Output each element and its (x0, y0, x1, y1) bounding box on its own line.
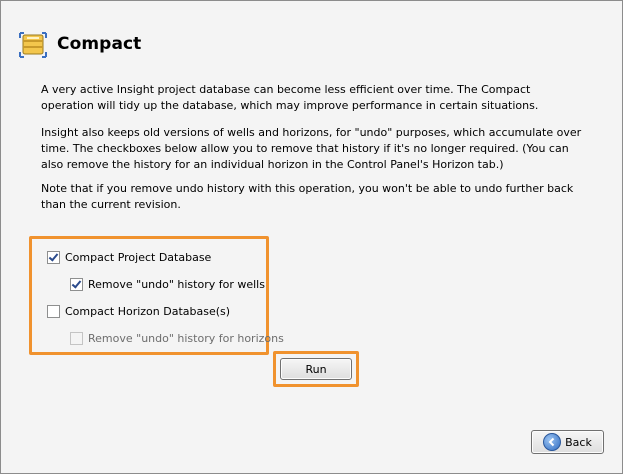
intro-paragraph: A very active Insight project database c… (41, 83, 539, 112)
remove-horizons-history-label: Remove "undo" history for horizons (88, 331, 284, 345)
compact-horizon-option[interactable]: Compact Horizon Database(s) (47, 303, 230, 319)
remove-wells-history-checkbox[interactable] (70, 277, 83, 291)
options-group: Compact Project Database Remove "undo" h… (29, 236, 284, 355)
compact-horizon-checkbox[interactable] (47, 304, 60, 318)
remove-horizons-history-option: Remove "undo" history for horizons (70, 330, 284, 346)
compact-project-label: Compact Project Database (65, 250, 212, 264)
dialog-frame: Compact A very active Insight project da… (0, 0, 623, 474)
back-arrow-icon (543, 433, 562, 451)
database-compress-icon (19, 32, 49, 58)
remove-wells-history-option[interactable]: Remove "undo" history for wells (70, 276, 265, 292)
compact-project-option[interactable]: Compact Project Database (47, 249, 211, 265)
run-button[interactable]: Run (280, 358, 352, 380)
back-button[interactable]: Back (531, 430, 604, 454)
compact-horizon-label: Compact Horizon Database(s) (65, 304, 231, 318)
compact-project-checkbox[interactable] (47, 250, 60, 264)
remove-horizons-history-checkbox (70, 331, 83, 345)
back-button-label: Back (565, 435, 592, 449)
remove-wells-history-label: Remove "undo" history for wells (88, 277, 265, 291)
run-button-highlight: Run (273, 351, 359, 387)
undo-history-paragraph: Insight also keeps old versions of wells… (41, 126, 582, 171)
warning-paragraph: Note that if you remove undo history wit… (41, 182, 574, 211)
page-title: Compact (57, 34, 142, 54)
